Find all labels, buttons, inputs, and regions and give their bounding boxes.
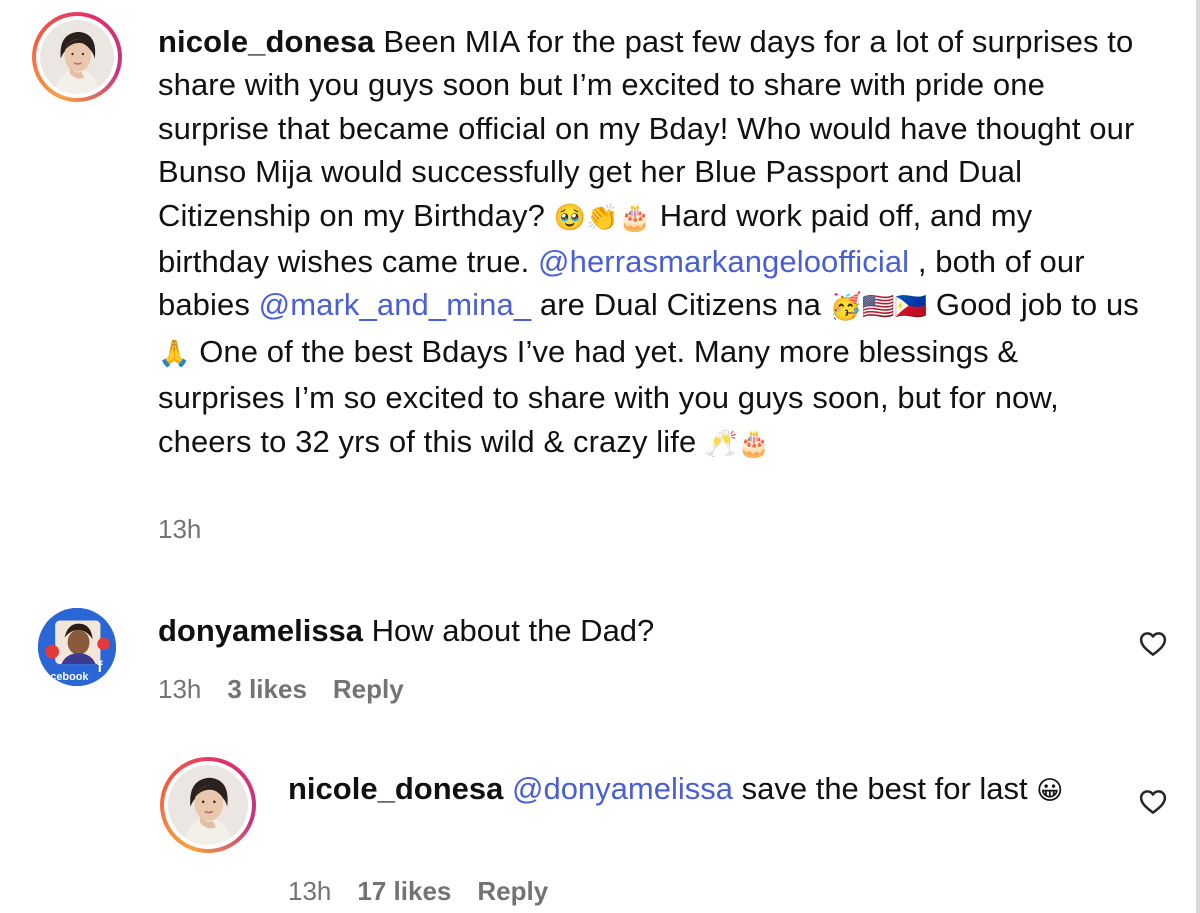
heart-outline-icon[interactable] [1138,629,1168,659]
caption-emoji: 🥂🎂 [705,428,770,459]
post-timestamp[interactable]: 13h [158,514,201,544]
commenter-avatar-photo: acebook f [38,608,116,686]
comment-timestamp[interactable]: 13h [158,674,201,704]
caption-mention-link[interactable]: @herrasmarkangeloofficial [538,244,909,279]
reply-body: nicole_donesa @donyamelissa save the bes… [288,767,1078,813]
reply-likes-count[interactable]: 17 likes [357,876,451,906]
post-meta: 13h [158,514,227,545]
reply-meta: 13h 17 likes Reply [288,876,574,907]
profile-photo [40,20,114,94]
caption-text: One of the best Bdays I’ve had yet. Many… [158,333,1059,459]
comments-panel: nicole_donesa Been MIA for the past few … [0,0,1200,913]
caption-emoji: 🥹👏🎂 [553,202,652,233]
commenter-username[interactable]: donyamelissa [158,613,363,648]
comment-reply-button[interactable]: Reply [333,674,404,704]
post-author-username[interactable]: nicole_donesa [158,24,375,59]
panel-edge [1196,0,1200,913]
caption-text: Good job to us [927,287,1139,323]
caption-emoji: 🥳🇺🇸🇵🇭 [829,292,928,323]
comment-meta: 13h 3 likes Reply [158,674,430,705]
reply-emoji: 😀 [1036,776,1064,806]
caption-text: are Dual Citizens na [531,287,830,323]
reply-author-avatar[interactable] [160,757,256,853]
reply-timestamp[interactable]: 13h [288,876,331,906]
reply-mention-link[interactable]: @donyamelissa [512,771,733,806]
post-author-avatar[interactable] [32,12,122,102]
reply-reply-button[interactable]: Reply [477,876,548,906]
caption-mention-link[interactable]: @mark_and_mina_ [259,287,532,322]
reply-text: save the best for last [733,771,1037,806]
comment-likes-count[interactable]: 3 likes [227,674,307,704]
svg-text:f: f [97,659,103,676]
avatar-frame-text: acebook [44,671,89,683]
comment-body: donyamelissa How about the Dad? [158,609,1058,652]
profile-photo [168,765,248,845]
comment-text: How about the Dad? [363,613,655,648]
commenter-avatar[interactable]: acebook f [38,608,116,686]
post-caption: nicole_donesa Been MIA for the past few … [158,20,1148,466]
reply-author-username[interactable]: nicole_donesa [288,771,503,806]
heart-outline-icon[interactable] [1138,787,1168,817]
caption-emoji: 🙏 [158,338,191,369]
